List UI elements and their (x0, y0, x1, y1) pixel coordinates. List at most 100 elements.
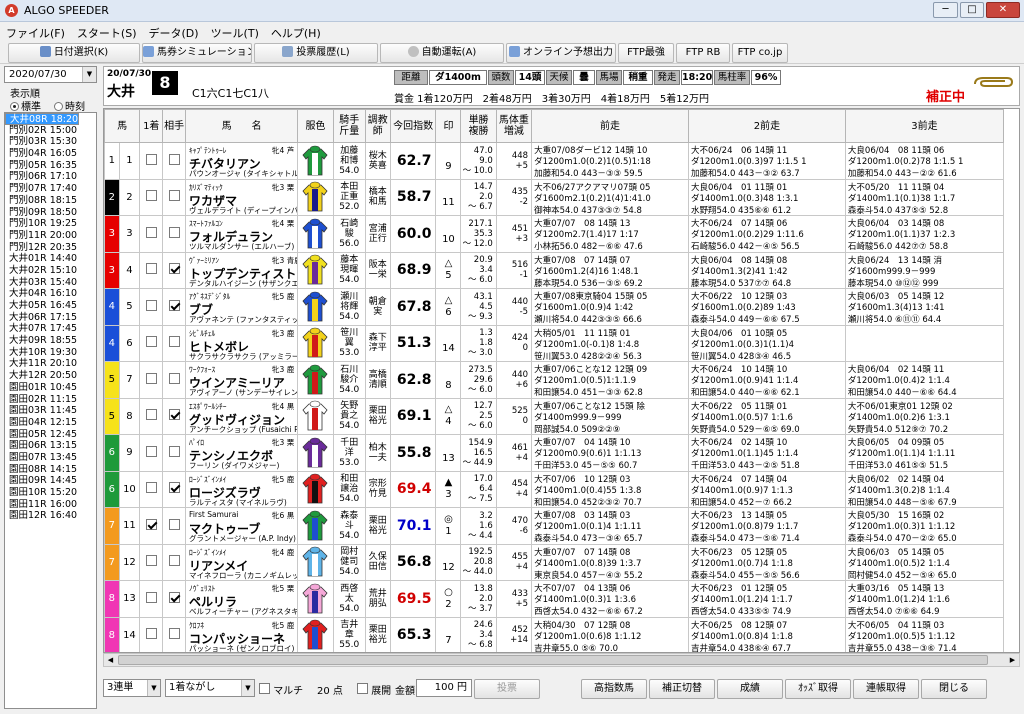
race-list-item[interactable]: 大井05R 16:45 (5, 300, 96, 312)
partner-checkbox[interactable] (162, 580, 187, 618)
race-list-item[interactable]: 大井04R 16:10 (5, 288, 96, 300)
race-list-item[interactable]: 大井11R 20:10 (5, 358, 96, 370)
race-list-item[interactable]: 大井07R 17:45 (5, 323, 96, 335)
first-place-checkbox[interactable] (139, 361, 164, 399)
race-list-item[interactable]: 門別09R 18:50 (5, 207, 96, 219)
partner-checkbox[interactable] (162, 434, 187, 472)
prediction-mark[interactable]: △ 4 (435, 397, 462, 435)
amount-input[interactable]: 100 円 (416, 679, 472, 697)
race-list-item[interactable]: 大井12R 20:50 (5, 370, 96, 382)
race-list-item[interactable]: 大井06R 17:15 (5, 312, 96, 324)
column-header[interactable]: 相手 (162, 109, 187, 143)
race-list-item[interactable]: 園田01R 10:45 (5, 382, 96, 394)
horse-row[interactable]: 6 9 ﾊﾟｲﾛ 牝3 栗テンシノエクボ フーリン (ダイワメジャー) 千田 洋 53.0… (104, 434, 1005, 472)
multi-checkbox[interactable]: マルチ (259, 682, 303, 697)
scroll-left-icon[interactable]: ◀ (104, 654, 117, 666)
first-place-checkbox[interactable] (139, 288, 164, 326)
date-picker[interactable]: 2020/07/30 ▼ (4, 66, 97, 83)
sort-time-radio[interactable]: 時刻 (54, 98, 85, 113)
scroll-right-icon[interactable]: ▶ (1006, 654, 1019, 666)
menu-help[interactable]: ヘルプ(H) (265, 22, 327, 44)
first-place-checkbox[interactable] (139, 507, 164, 545)
vote-button[interactable]: 投票 (474, 679, 540, 699)
tenkai-checkbox[interactable]: 展開 (357, 682, 391, 697)
partner-checkbox[interactable] (162, 178, 187, 216)
past-race-2[interactable]: 大不06/22 05 11頭 01 ダ1400m1.0(0.5)7 1:1.6 矢野… (687, 397, 846, 435)
past-race-1[interactable]: 大不06/27アクアマリ07頭 05 ダ1600m2.1(0.2)1(4)1:41… (531, 178, 689, 216)
prediction-mark[interactable]: 14 (435, 324, 462, 362)
past-race-3[interactable]: 大良06/24 13 14頭 消ダ1600m999.9－999 藤本現54.0 ⑩… (844, 251, 1005, 289)
online-output-button[interactable]: オンライン予想出力 (506, 43, 616, 63)
close-window-button[interactable]: 閉じる (921, 679, 987, 699)
race-list-item[interactable]: 園田07R 13:45 (5, 452, 96, 464)
past-race-2[interactable]: 大良04/06 01 10頭 05 ダ1200m1.0(0.3)1(1.1)4 笹川… (687, 324, 846, 362)
race-list-item[interactable]: 園田08R 14:15 (5, 464, 96, 476)
race-list-item[interactable]: 園田09R 14:45 (5, 475, 96, 487)
column-header[interactable]: 2前走 (687, 109, 846, 143)
chevron-down-icon[interactable]: ▼ (241, 680, 254, 696)
race-list-item[interactable]: 門別08R 18:15 (5, 195, 96, 207)
past-race-3[interactable]: 大不06/01東京01 12頭 02 ダ1400m1.0(0.2)6 1:3.1 矢… (844, 397, 1005, 435)
race-list-item[interactable]: 大井01R 14:40 (5, 253, 96, 265)
column-header[interactable]: 3前走 (844, 109, 1005, 143)
past-race-3[interactable]: 大良06/02 02 14頭 04 ダ1400m1.3(0.2)8 1:1.4 和田… (844, 470, 1005, 508)
partner-checkbox[interactable] (162, 251, 187, 289)
close-button[interactable]: ✕ (986, 2, 1020, 18)
horse-row[interactable]: 3 3 ｽﾏｰﾄﾌｧﾙｺﾝ 牝4 栗フォルデュラン ツルマルダンサー (エルハーブ) 石崎… (104, 215, 1005, 253)
first-place-checkbox[interactable] (139, 434, 164, 472)
column-header[interactable]: 馬体重 増減 (495, 109, 533, 143)
correction-toggle-button[interactable]: 補正切替 (649, 679, 715, 699)
first-place-checkbox[interactable] (139, 616, 164, 652)
partner-checkbox[interactable] (162, 616, 187, 652)
first-place-checkbox[interactable] (139, 397, 164, 435)
minimize-button[interactable]: ─ (933, 2, 958, 18)
column-header[interactable]: 調教 師 (364, 109, 391, 143)
horse-row[interactable]: 4 6 ｼﾋﾞﾙﾁｪﾙ 牝3 鹿ヒトメボレ サクラサクラサクラ (アッミラーレ) 笹川 翼… (104, 324, 1005, 362)
partner-checkbox[interactable] (162, 507, 187, 545)
past-race-3[interactable]: 大良06/04 02 14頭 11 ダ1200m1.0(0.4)2 1:1.4 和田… (844, 361, 1005, 399)
horse-row[interactable]: 8 14 ｸﾛﾌﾈ 牝5 鹿コンパッショーネ パッショーネ (ゼンノロブロイ) 吉井 章 … (104, 616, 1005, 652)
prediction-mark[interactable]: 9 (435, 142, 462, 180)
prediction-mark[interactable]: ▲ 3 (435, 470, 462, 508)
past-race-3[interactable]: 大不05/20 11 11頭 04 ダ1400m1.1(0.1)38 1:1.7 森… (844, 178, 1005, 216)
partner-checkbox[interactable] (162, 361, 187, 399)
first-place-checkbox[interactable] (139, 470, 164, 508)
renchou-fetch-button[interactable]: 連帳取得 (853, 679, 919, 699)
auto-run-button[interactable]: 自動運転(A) (380, 43, 504, 63)
past-race-2[interactable]: 大不06/24 06 14頭 11 ダ1200m1.0(0.3)97 1:1.5 … (687, 142, 846, 180)
past-race-3[interactable]: 大重03/16 05 14頭 13 ダ1400m1.0(1.2)4 1:1.6 西啓… (844, 580, 1005, 618)
race-list-item[interactable]: 門別07R 17:40 (5, 183, 96, 195)
past-race-1[interactable]: 大稍04/30 07 12頭 08 ダ1200m1.0(0.6)8 1:1.12 吉… (531, 616, 689, 652)
odds-fetch-button[interactable]: ｵｯｽﾞ取得 (785, 679, 851, 699)
ftp-rb-button[interactable]: FTP RB (676, 43, 730, 63)
menu-start[interactable]: スタート(S) (71, 22, 143, 44)
date-select-button[interactable]: 日付選択(K) (8, 43, 140, 63)
partner-checkbox[interactable] (162, 215, 187, 253)
column-header[interactable]: 馬 (104, 109, 141, 143)
race-list-item[interactable]: 門別10R 19:25 (5, 218, 96, 230)
past-race-1[interactable]: 大重07/08 07 14頭 07 ダ1600m1.2(4)16 1:48.1 藤本… (531, 251, 689, 289)
past-race-1[interactable]: 大不07/06 10 12頭 03 ダ1400m1.0(0.4)55 1:3.8 和… (531, 470, 689, 508)
past-race-1[interactable]: 大重07/06ことな12 15頭 除ダ1400m999.9－999 岡部誠54.0… (531, 397, 689, 435)
prediction-mark[interactable]: 13 (435, 434, 462, 472)
race-list-item[interactable]: 門別04R 16:05 (5, 148, 96, 160)
first-place-checkbox[interactable] (139, 178, 164, 216)
first-place-checkbox[interactable] (139, 324, 164, 362)
past-race-3[interactable]: 大良06/04 08 11頭 06 ダ1200m1.0(0.2)78 1:1.5 … (844, 142, 1005, 180)
past-race-2[interactable]: 大不06/23 01 12頭 05 ダ1400m1.0(1.2)4 1:1.7 西啓… (687, 580, 846, 618)
race-list-item[interactable]: 門別11R 20:00 (5, 230, 96, 242)
past-race-3[interactable]: 大良06/05 04 09頭 05 ダ1200m1.0(1.1)4 1:1.11 千… (844, 434, 1005, 472)
column-header[interactable]: 単勝 複勝 (460, 109, 497, 143)
past-race-1[interactable]: 大重07/07 08 14頭 13 ダ1200m2.7(1.4)17 1:17 小林… (531, 215, 689, 253)
prediction-mark[interactable]: 12 (435, 543, 462, 581)
past-race-1[interactable]: 大重07/07 04 14頭 10 ダ1200m0.9(0.6)1 1:1.13 千… (531, 434, 689, 472)
race-list-item[interactable]: 門別12R 20:35 (5, 242, 96, 254)
horse-row[interactable]: 5 8 ｴｽﾎﾟﾜｰﾙｼﾁｰ 牝4 黒グッドヴィジョン アンチークショップ (Fusai… (104, 397, 1005, 435)
sort-standard-radio[interactable]: 標準 (10, 98, 41, 113)
race-list-item[interactable]: 園田11R 16:00 (5, 499, 96, 511)
past-race-1[interactable]: 大重07/08ダービ12 14頭 10 ダ1200m1.0(0.2)1(0.5)1… (531, 142, 689, 180)
race-list-item[interactable]: 園田05R 12:45 (5, 429, 96, 441)
column-header[interactable]: 1着 (139, 109, 164, 143)
past-race-3[interactable]: 大不06/05 04 11頭 03 ダ1200m1.0(0.5)5 1:1.12 吉… (844, 616, 1005, 652)
past-race-2[interactable]: 大不06/25 08 12頭 07 ダ1400m1.0(0.8)4 1:1.8 吉井… (687, 616, 846, 652)
